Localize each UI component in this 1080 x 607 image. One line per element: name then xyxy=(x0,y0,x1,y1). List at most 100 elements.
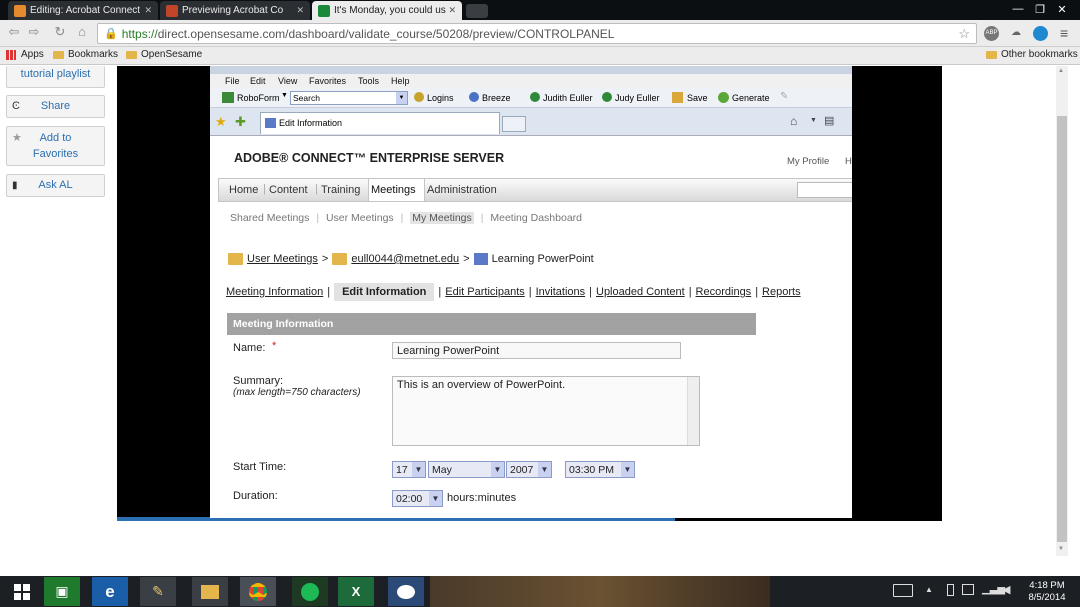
minimize-icon[interactable]: — xyxy=(1008,0,1028,18)
home-icon[interactable]: ⌂ xyxy=(74,24,90,40)
address-bar[interactable]: 🔒 https:// direct.opensesame.com/dashboa… xyxy=(97,23,977,44)
battery-icon[interactable] xyxy=(947,584,954,596)
logins-label[interactable]: Logins xyxy=(427,93,454,103)
scroll-up-icon[interactable]: ▲ xyxy=(1058,68,1064,74)
chevron-down-icon[interactable]: ▼ xyxy=(810,117,817,124)
help-link-cut[interactable]: H xyxy=(845,156,852,167)
explorer-app-button[interactable] xyxy=(192,577,228,606)
extension-icon[interactable] xyxy=(1033,26,1048,41)
menu-icon[interactable]: ≡ xyxy=(1060,25,1074,41)
start-time-select[interactable]: 03:30 PM ▼ xyxy=(565,461,635,478)
subnav-user-meetings[interactable]: User Meetings xyxy=(326,212,394,224)
volume-icon[interactable]: ◀ xyxy=(1002,583,1010,596)
menu-help[interactable]: Help xyxy=(391,76,410,86)
ie-search-box[interactable]: Search ▼ xyxy=(290,91,408,105)
menu-edit[interactable]: Edit xyxy=(250,76,266,86)
identity-judith[interactable]: Judith Euller xyxy=(543,93,593,103)
ask-al-button[interactable]: ▮ Ask AL xyxy=(6,174,105,197)
generate-label[interactable]: Generate xyxy=(732,93,770,103)
new-tab-button[interactable] xyxy=(466,4,488,18)
duration-select[interactable]: 02:00 ▼ xyxy=(392,490,443,507)
breadcrumb-user-meetings[interactable]: User Meetings xyxy=(247,253,318,265)
bookmark-star-icon[interactable]: ☆ xyxy=(958,26,970,42)
breadcrumb-user[interactable]: eull0044@metnet.edu xyxy=(351,253,459,265)
forward-icon[interactable]: ⇨ xyxy=(26,24,42,40)
cloud-icon[interactable]: ☁ xyxy=(1011,28,1023,38)
star-icon: ★ xyxy=(12,132,22,144)
identity-judy[interactable]: Judy Euller xyxy=(615,93,660,103)
menu-favorites[interactable]: Favorites xyxy=(309,76,346,86)
nav-meetings[interactable]: Meetings xyxy=(371,184,416,196)
save-label[interactable]: Save xyxy=(687,93,708,103)
chevron-down-icon[interactable]: ▼ xyxy=(396,92,407,104)
scrollbar-thumb[interactable] xyxy=(1057,116,1067,542)
favorites-star-icon[interactable]: ★ xyxy=(215,114,227,130)
nav-administration[interactable]: Administration xyxy=(427,184,497,196)
action-center-icon[interactable] xyxy=(962,584,974,595)
paint-app-button[interactable]: ✎ xyxy=(140,577,176,606)
close-icon[interactable]: ✕ xyxy=(448,5,456,16)
restore-icon[interactable]: ❐ xyxy=(1030,0,1050,18)
roboform-label[interactable]: RoboForm xyxy=(237,93,280,103)
close-icon[interactable]: ✕ xyxy=(144,5,152,16)
nav-training[interactable]: Training xyxy=(321,184,360,196)
keyboard-icon[interactable] xyxy=(893,584,913,597)
menu-file[interactable]: File xyxy=(225,76,240,86)
clock[interactable]: 4:18 PM 8/5/2014 xyxy=(1020,580,1074,604)
ie-tab-active[interactable]: Edit Information xyxy=(260,112,500,134)
dropdown-icon[interactable]: ▼ xyxy=(281,92,288,99)
tab-uploaded-content[interactable]: Uploaded Content xyxy=(596,286,685,298)
tab-recordings[interactable]: Recordings xyxy=(696,286,752,298)
my-profile-link[interactable]: My Profile xyxy=(787,156,829,167)
start-button[interactable] xyxy=(2,577,42,606)
paperclip-icon[interactable]: ✎ xyxy=(780,91,788,102)
tab-edit-participants[interactable]: Edit Participants xyxy=(445,286,524,298)
nav-content[interactable]: Content xyxy=(269,184,308,196)
bookmarks-folder[interactable]: Bookmarks xyxy=(53,49,118,60)
feeds-icon[interactable]: ▤ xyxy=(824,114,834,127)
menu-view[interactable]: View xyxy=(278,76,297,86)
tutorial-playlist-button[interactable]: tutorial playlist xyxy=(6,66,105,88)
store-app-button[interactable]: ▣ xyxy=(44,577,80,606)
browser-tab[interactable]: Editing: Acrobat Connect ✕ xyxy=(8,1,158,20)
summary-field[interactable]: This is an overview of PowerPoint. xyxy=(392,376,700,446)
add-to-favorites-button[interactable]: ★ Add to Favorites xyxy=(6,126,105,166)
chrome-app-button[interactable] xyxy=(240,577,276,606)
menu-tools[interactable]: Tools xyxy=(358,76,379,86)
tab-reports[interactable]: Reports xyxy=(762,286,801,298)
tray-expand-icon[interactable]: ▲ xyxy=(925,585,933,594)
close-window-icon[interactable]: ✕ xyxy=(1052,0,1072,18)
adblock-icon[interactable]: ABP xyxy=(984,26,999,41)
reload-icon[interactable]: ↻ xyxy=(52,24,68,40)
start-month-select[interactable]: May ▼ xyxy=(428,461,505,478)
nav-home[interactable]: Home xyxy=(229,184,258,196)
add-favorite-icon[interactable]: ✚ xyxy=(235,114,246,130)
opensesame-folder[interactable]: OpenSesame xyxy=(126,49,202,60)
start-year-select[interactable]: 2007 ▼ xyxy=(506,461,552,478)
tab-invitations[interactable]: Invitations xyxy=(536,286,586,298)
name-field[interactable]: Learning PowerPoint xyxy=(392,342,681,359)
ie-app-button[interactable]: e xyxy=(92,577,128,606)
subnav-my-meetings[interactable]: My Meetings xyxy=(410,212,474,224)
search-input[interactable] xyxy=(797,182,852,198)
tab-edit-information[interactable]: Edit Information xyxy=(334,283,435,301)
breeze-label[interactable]: Breeze xyxy=(482,93,511,103)
subnav-shared-meetings[interactable]: Shared Meetings xyxy=(230,212,309,224)
excel-app-button[interactable]: X xyxy=(338,577,374,606)
subnav-meeting-dashboard[interactable]: Meeting Dashboard xyxy=(490,212,582,224)
share-button[interactable]: Ͼ Share xyxy=(6,95,105,118)
back-icon[interactable]: ⇦ xyxy=(6,24,22,40)
spotify-app-button[interactable] xyxy=(292,577,328,606)
apps-bookmark[interactable]: Apps xyxy=(6,49,44,60)
ie-new-tab[interactable] xyxy=(502,116,526,132)
other-bookmarks-folder[interactable]: Other bookmarks xyxy=(986,49,1078,60)
tab-meeting-information[interactable]: Meeting Information xyxy=(226,286,323,298)
home-icon[interactable]: ⌂ xyxy=(790,114,797,128)
close-icon[interactable]: ✕ xyxy=(296,5,304,16)
browser-tab[interactable]: Previewing Acrobat Co ✕ xyxy=(160,1,310,20)
scroll-down-icon[interactable]: ▼ xyxy=(1058,546,1064,552)
chat-app-button[interactable] xyxy=(388,577,424,606)
summary-scrollbar[interactable] xyxy=(687,377,699,445)
start-day-select[interactable]: 17 ▼ xyxy=(392,461,426,478)
browser-tab-active[interactable]: It's Monday, you could us ✕ xyxy=(312,1,462,20)
